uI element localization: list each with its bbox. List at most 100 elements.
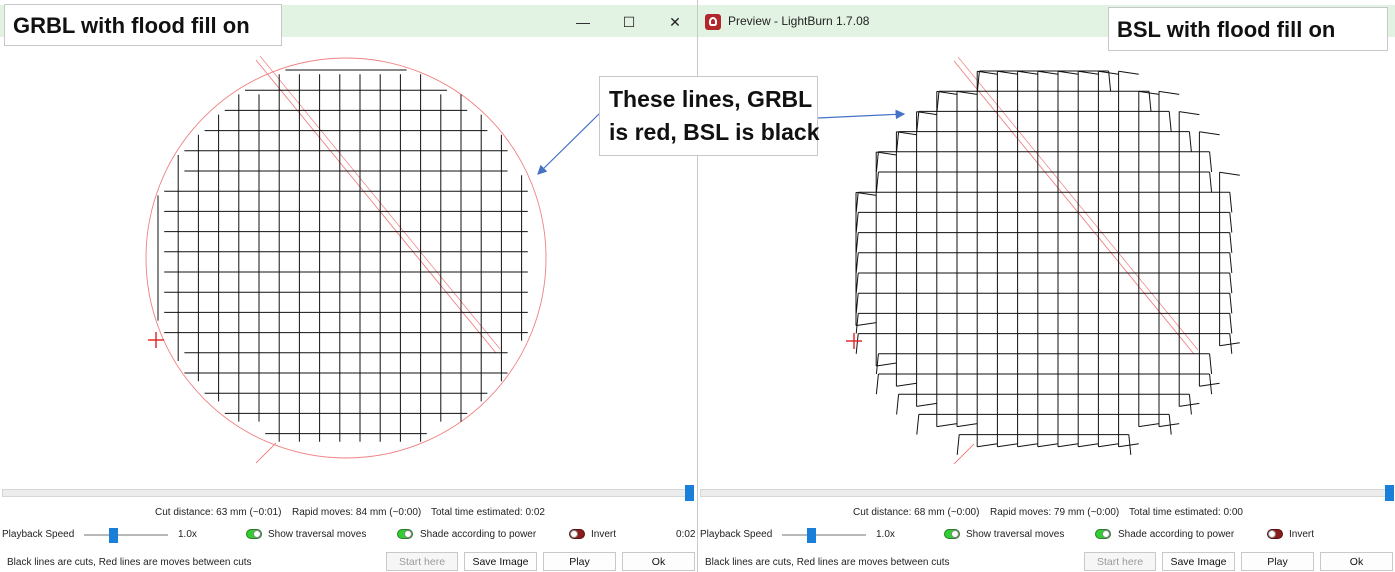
scan-link (1158, 90, 1180, 95)
scan-link (1108, 70, 1112, 92)
maximize-button[interactable]: ☐ (614, 10, 644, 34)
scan-link (1219, 171, 1240, 176)
speed-value: 1.0x (178, 529, 197, 540)
scan-link (936, 90, 958, 95)
shade-power-label: Shade according to power (1118, 529, 1235, 540)
shade-power-toggle[interactable] (1095, 529, 1111, 539)
scan-link (1037, 70, 1059, 75)
playback-speed-label: Playback Speed (2, 529, 75, 540)
invert-toggle[interactable] (1267, 529, 1283, 539)
scan-link (1078, 70, 1099, 75)
playback-speed-thumb[interactable] (806, 528, 816, 543)
left-bottom-row: Black lines are cuts, Red lines are move… (0, 552, 697, 572)
scan-link (1199, 131, 1220, 136)
cut-distance: Cut distance: 63 mm (~0:01) (155, 507, 282, 518)
scan-link (855, 333, 859, 354)
scan-link (875, 171, 879, 193)
minimize-button[interactable]: — (568, 10, 598, 34)
scan-link (1209, 151, 1213, 173)
playback-speed-slider[interactable] (84, 528, 168, 543)
lightburn-icon (705, 14, 721, 30)
scan-link (936, 423, 958, 428)
rapid-move-line (953, 60, 1195, 355)
save-image-button[interactable]: Save Image (1162, 552, 1235, 571)
scan-link (896, 394, 900, 415)
show-traversal-label: Show traversal moves (966, 529, 1065, 540)
shade-power-label: Shade according to power (420, 529, 537, 540)
scan-link (1118, 443, 1139, 448)
show-traversal-toggle[interactable] (944, 529, 960, 539)
close-button[interactable]: ✕ (660, 10, 690, 34)
scan-link (1179, 111, 1200, 116)
scan-link (1188, 131, 1192, 152)
window-title: Preview - LightBurn 1.7.08 (728, 14, 870, 28)
right-progress-scrollbar[interactable] (700, 485, 1394, 501)
scan-link (956, 90, 978, 95)
traversal-circle (145, 57, 547, 459)
cut-distance: Cut distance: 68 mm (~0:00) (853, 507, 980, 518)
playback-speed-label: Playback Speed (700, 529, 773, 540)
save-image-button[interactable]: Save Image (464, 552, 537, 571)
total-time: Total time estimated: 0:00 (1129, 507, 1243, 518)
shade-power-toggle[interactable] (397, 529, 413, 539)
right-controls-row: Playback Speed 1.0x Show traversal moves… (698, 526, 1395, 544)
scan-link (1229, 232, 1233, 253)
scan-link (916, 402, 937, 407)
scan-link (1138, 423, 1160, 428)
scan-link (855, 322, 877, 327)
ok-button[interactable]: Ok (622, 552, 695, 571)
play-button[interactable]: Play (1241, 552, 1314, 571)
invert-label: Invert (591, 529, 617, 540)
invert-toggle[interactable] (569, 529, 585, 539)
scan-link (997, 70, 1018, 75)
scan-link (1118, 70, 1139, 75)
scan-link (1229, 252, 1233, 274)
scan-link (1219, 342, 1240, 347)
scan-link (916, 414, 920, 435)
start-here-button[interactable]: Start here (1084, 552, 1156, 571)
scan-link (855, 191, 877, 196)
callout-line-1: These lines, GRBL (609, 86, 813, 112)
start-here-button[interactable]: Start here (386, 552, 458, 571)
scan-link (1078, 443, 1099, 448)
show-traversal-toggle[interactable] (246, 529, 262, 539)
right-progress-thumb[interactable] (1385, 485, 1394, 501)
scan-link (1179, 402, 1200, 407)
scan-link (1229, 313, 1233, 334)
scan-link (956, 423, 978, 428)
scan-link (1199, 382, 1220, 387)
callout-line-2: is red, BSL is black (609, 119, 820, 145)
scan-link (997, 443, 1018, 448)
scan-link (977, 443, 998, 448)
ok-button[interactable]: Ok (1320, 552, 1393, 571)
scan-link (1229, 192, 1233, 213)
scan-link (875, 151, 879, 173)
scan-link (1209, 171, 1213, 193)
scan-link (1057, 443, 1079, 448)
scan-link (875, 353, 879, 375)
bsl-label: BSL with flood fill on (1108, 7, 1388, 51)
scan-link (956, 434, 960, 455)
total-time: Total time estimated: 0:02 (431, 507, 545, 518)
playback-speed-thumb[interactable] (108, 528, 118, 543)
scan-link (1017, 70, 1038, 75)
rapid-move-line (255, 442, 277, 464)
left-progress-thumb[interactable] (685, 485, 694, 501)
scan-link (876, 362, 897, 367)
playback-speed-slider[interactable] (782, 528, 866, 543)
play-button[interactable]: Play (543, 552, 616, 571)
left-progress-scrollbar[interactable] (2, 485, 694, 501)
left-preview-window: — ☐ ✕ Cut distance: 63 mm (~0:01) Rapid … (0, 0, 698, 572)
left-controls-row: Playback Speed 1.0x Show traversal moves… (0, 526, 697, 544)
callout-box: These lines, GRBL is red, BSL is black (599, 76, 820, 156)
scan-link (1168, 111, 1172, 132)
rapid-moves: Rapid moves: 79 mm (~0:00) (990, 507, 1120, 518)
grbl-label: GRBL with flood fill on (4, 4, 282, 46)
time-readout: 0:02 (676, 529, 696, 540)
scan-link (916, 111, 937, 116)
scan-link (1209, 353, 1213, 375)
scan-link (875, 373, 879, 395)
scan-link (1148, 91, 1152, 112)
legend-text: Black lines are cuts, Red lines are move… (705, 557, 950, 568)
show-traversal-label: Show traversal moves (268, 529, 367, 540)
